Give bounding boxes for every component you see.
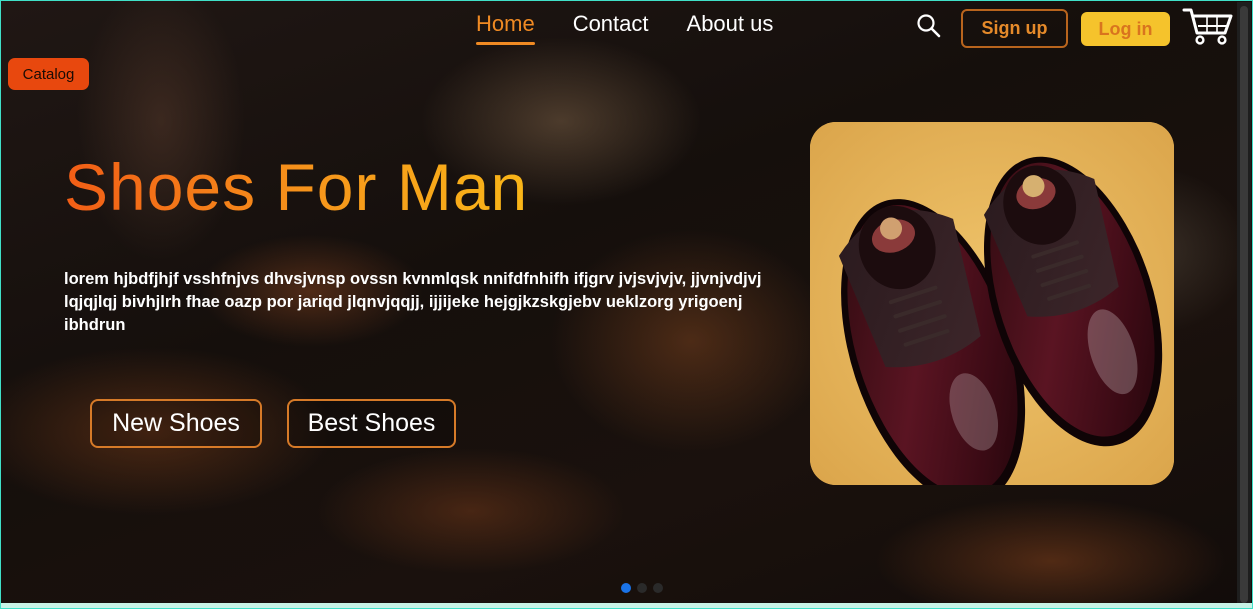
hero-section: Home Contact About us Sign up Log in Cat… bbox=[0, 0, 1253, 609]
hero-description: lorem hjbdfjhjf vsshfnjvs dhvsjvnsp ovss… bbox=[64, 270, 762, 334]
catalog-button[interactable]: Catalog bbox=[8, 58, 89, 90]
carousel-dot-2[interactable] bbox=[637, 583, 647, 593]
oxford-shoes-illustration bbox=[810, 122, 1174, 485]
cart-icon[interactable] bbox=[1181, 6, 1235, 46]
nav-link-contact[interactable]: Contact bbox=[573, 11, 649, 45]
carousel-indicators bbox=[621, 583, 663, 593]
search-icon[interactable] bbox=[916, 13, 942, 39]
signup-button[interactable]: Sign up bbox=[961, 9, 1068, 48]
nav-link-about-us[interactable]: About us bbox=[687, 11, 774, 45]
carousel-dot-1[interactable] bbox=[621, 583, 631, 593]
bottom-border bbox=[1, 603, 1252, 608]
nav-link-home[interactable]: Home bbox=[476, 11, 535, 45]
scrollbar[interactable] bbox=[1237, 2, 1251, 607]
login-button[interactable]: Log in bbox=[1081, 12, 1170, 46]
product-image bbox=[810, 122, 1174, 485]
main-nav: Home Contact About us bbox=[476, 11, 773, 45]
best-shoes-button[interactable]: Best Shoes bbox=[287, 399, 456, 448]
new-shoes-button[interactable]: New Shoes bbox=[90, 399, 262, 448]
scrollbar-thumb[interactable] bbox=[1240, 6, 1248, 603]
hero-title: Shoes For Man bbox=[64, 150, 529, 224]
carousel-dot-3[interactable] bbox=[653, 583, 663, 593]
